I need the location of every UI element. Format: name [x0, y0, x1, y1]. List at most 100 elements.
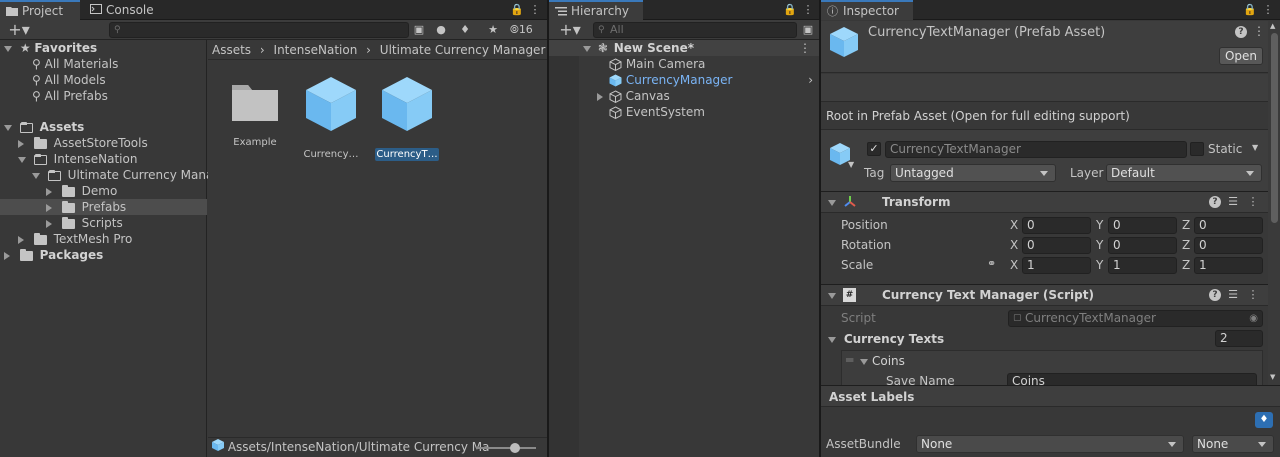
- scroll-down-icon[interactable]: ▼: [1270, 373, 1275, 381]
- lock-icon[interactable]: 🔒: [781, 2, 799, 18]
- collapse-arrow-icon[interactable]: [597, 92, 603, 101]
- collapse-arrow-icon[interactable]: [46, 203, 52, 212]
- tab-hierarchy[interactable]: Hierarchy: [549, 0, 643, 20]
- more-menu-icon[interactable]: ⋮: [1246, 288, 1260, 302]
- rotation-z-field[interactable]: 0: [1194, 237, 1263, 254]
- expand-arrow-icon[interactable]: [860, 359, 868, 365]
- tag-dropdown[interactable]: Untagged: [890, 164, 1056, 182]
- currency-texts-row[interactable]: Currency Texts: [828, 331, 944, 347]
- lock-icon[interactable]: 🔒: [1241, 2, 1259, 18]
- scrollbar-thumb[interactable]: [1271, 33, 1278, 223]
- script-component-header[interactable]: # Currency Text Manager (Script) ? ☰ ⋮: [821, 284, 1268, 306]
- scale-z-field[interactable]: 1: [1194, 257, 1263, 274]
- tree-item-demo[interactable]: Demo: [46, 183, 117, 199]
- more-menu-icon[interactable]: ⋮: [526, 2, 544, 18]
- tab-project[interactable]: Project: [0, 0, 80, 20]
- assetbundle-variant-dropdown[interactable]: None: [1192, 435, 1274, 453]
- rotation-x-field[interactable]: 0: [1022, 237, 1091, 254]
- collapse-arrow-icon[interactable]: [18, 139, 24, 148]
- currency-texts-count-field[interactable]: 2: [1215, 330, 1263, 347]
- hierarchy-item-main-camera[interactable]: Main Camera: [609, 56, 705, 72]
- grid-item-currency-text-manager[interactable]: CurrencyT…: [374, 73, 440, 161]
- scene-more-icon[interactable]: ⋮: [799, 40, 811, 56]
- project-search-input[interactable]: ⚲: [109, 22, 409, 38]
- label-tag-icon[interactable]: ♦: [1255, 412, 1273, 428]
- expand-arrow-icon[interactable]: [828, 200, 836, 206]
- expand-arrow-icon[interactable]: [4, 45, 12, 52]
- expand-arrow-icon[interactable]: [583, 45, 591, 52]
- help-icon[interactable]: ?: [1209, 289, 1221, 301]
- constrain-proportions-icon[interactable]: ⚭: [987, 257, 996, 270]
- lock-icon[interactable]: 🔒: [508, 2, 526, 18]
- hidden-packages-icon[interactable]: ⦾16: [510, 22, 544, 38]
- active-checkbox[interactable]: ✓: [867, 142, 881, 156]
- save-name-field[interactable]: Coins: [1007, 373, 1257, 385]
- collapse-arrow-icon[interactable]: [46, 219, 52, 228]
- position-y-field[interactable]: 0: [1108, 217, 1177, 234]
- favorites-row[interactable]: ★ Favorites: [4, 40, 207, 56]
- tab-console[interactable]: Console: [84, 0, 164, 20]
- more-menu-icon[interactable]: ⋮: [1246, 195, 1260, 209]
- favorite-item[interactable]: ⚲ All Models: [32, 72, 106, 88]
- expand-arrow-icon[interactable]: [828, 336, 836, 343]
- search-by-scene-icon[interactable]: ▣: [410, 22, 428, 38]
- breadcrumb-item[interactable]: Assets: [212, 43, 251, 57]
- layer-dropdown[interactable]: Default: [1106, 164, 1262, 182]
- favorites-star-icon[interactable]: ★: [484, 22, 502, 38]
- tree-item-scripts[interactable]: Scripts: [46, 215, 123, 231]
- expand-arrow-icon[interactable]: [4, 124, 12, 131]
- object-name-field[interactable]: CurrencyTextManager: [885, 141, 1187, 158]
- hierarchy-item-currency-manager[interactable]: CurrencyManager ›: [609, 72, 819, 88]
- collapse-arrow-icon[interactable]: [18, 235, 24, 244]
- scale-y-field[interactable]: 1: [1108, 257, 1177, 274]
- breadcrumb-item[interactable]: Ultimate Currency Manager: [380, 43, 546, 57]
- hierarchy-search-input[interactable]: ⚲ All: [593, 22, 797, 38]
- position-z-field[interactable]: 0: [1194, 217, 1263, 234]
- help-icon[interactable]: ?: [1235, 26, 1247, 38]
- hierarchy-item-canvas[interactable]: Canvas: [597, 88, 670, 104]
- grid-item-currency-manager[interactable]: Currency…: [298, 73, 364, 160]
- assetbundle-dropdown[interactable]: None: [916, 435, 1184, 453]
- search-by-label-icon[interactable]: ♦: [456, 22, 474, 38]
- favorite-item[interactable]: ⚲ All Materials: [32, 56, 118, 72]
- tab-inspector[interactable]: ⓘ Inspector: [821, 0, 913, 20]
- add-dropdown-icon[interactable]: +▾: [4, 22, 34, 38]
- tree-item-ultimate-currency[interactable]: Ultimate Currency Manag: [32, 167, 221, 183]
- tree-item-assetstoretools[interactable]: AssetStoreTools: [18, 135, 148, 151]
- more-menu-icon[interactable]: ⋮: [799, 2, 817, 18]
- add-dropdown-icon[interactable]: +▾: [555, 22, 585, 38]
- hierarchy-item-event-system[interactable]: EventSystem: [609, 104, 705, 120]
- scene-visibility-icon[interactable]: ▣: [799, 22, 817, 38]
- packages-row[interactable]: Packages: [4, 247, 103, 263]
- zoom-slider-thumb[interactable]: [509, 443, 520, 453]
- position-x-field[interactable]: 0: [1022, 217, 1091, 234]
- rotation-y-field[interactable]: 0: [1108, 237, 1177, 254]
- chevron-right-icon[interactable]: ›: [808, 72, 813, 88]
- open-button[interactable]: Open: [1219, 47, 1263, 65]
- scale-x-field[interactable]: 1: [1022, 257, 1091, 274]
- grid-item-example[interactable]: Example: [222, 73, 288, 153]
- expand-arrow-icon[interactable]: [828, 293, 836, 299]
- scroll-up-icon[interactable]: ▲: [1270, 22, 1275, 30]
- static-checkbox[interactable]: [1190, 142, 1204, 156]
- preset-sliders-icon[interactable]: ☰: [1226, 195, 1240, 209]
- expand-arrow-icon[interactable]: [18, 156, 26, 163]
- preset-sliders-icon[interactable]: ☰: [1226, 288, 1240, 302]
- more-menu-icon[interactable]: ⋮: [1253, 24, 1265, 38]
- scene-row[interactable]: ❃ New Scene* ⋮: [549, 40, 819, 56]
- more-menu-icon[interactable]: ⋮: [1259, 2, 1277, 18]
- favorite-item[interactable]: ⚲ All Prefabs: [32, 88, 108, 104]
- transform-header[interactable]: Transform ? ☰ ⋮: [821, 191, 1268, 213]
- expand-arrow-icon[interactable]: [32, 172, 40, 179]
- collapse-arrow-icon[interactable]: [4, 251, 10, 260]
- breadcrumb-item[interactable]: IntenseNation: [274, 43, 358, 57]
- object-picker-icon[interactable]: ◉: [1249, 311, 1258, 326]
- collapse-arrow-icon[interactable]: [46, 187, 52, 196]
- drag-handle-icon[interactable]: ═: [846, 353, 853, 367]
- static-dropdown-icon[interactable]: ▼: [1252, 143, 1258, 152]
- tree-item-prefabs[interactable]: Prefabs: [0, 199, 207, 215]
- script-object-field[interactable]: ▢ CurrencyTextManager ◉: [1008, 310, 1263, 327]
- search-by-type-icon[interactable]: ●: [432, 22, 450, 38]
- assets-row[interactable]: Assets: [4, 119, 84, 135]
- icon-dropdown-arrow-icon[interactable]: ▼: [848, 160, 854, 169]
